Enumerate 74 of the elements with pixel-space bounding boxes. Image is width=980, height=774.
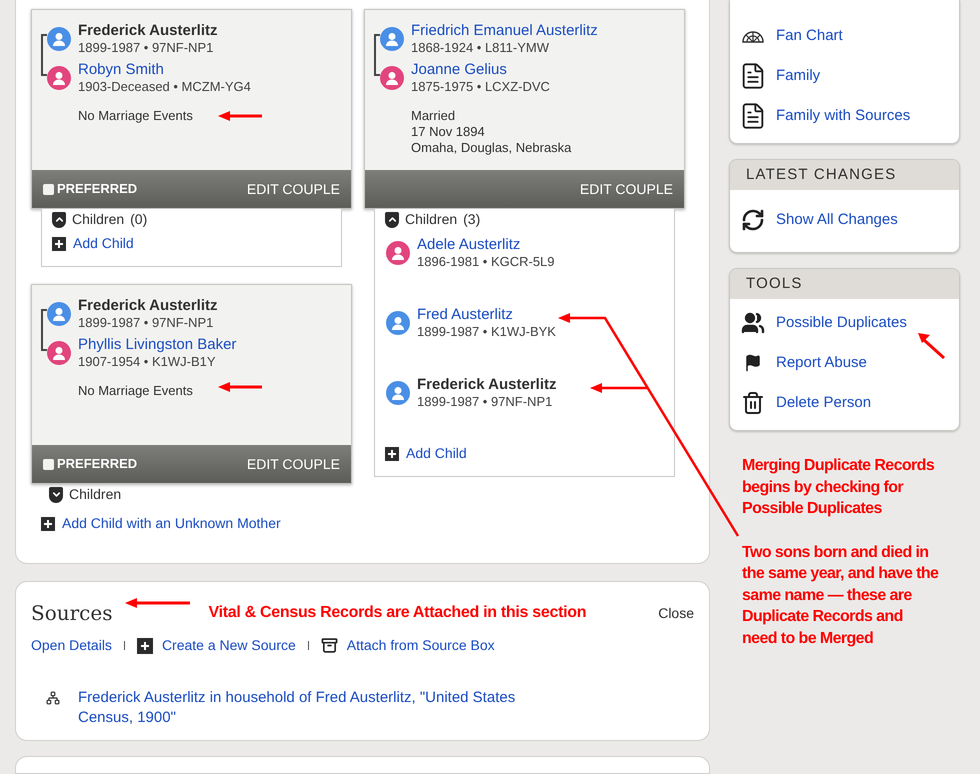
add-child-link[interactable]: Add Child with an Unknown Mother: [62, 513, 281, 534]
annotation-text: Merging Duplicate Records begins by checking for Possible Duplicates: [742, 456, 936, 519]
marriage-event: Omaha, Douglas, Nebraska: [411, 140, 572, 156]
person-name[interactable]: Robyn Smith: [78, 61, 251, 79]
collapse-icon[interactable]: [52, 212, 66, 228]
expand-icon[interactable]: [49, 486, 63, 502]
sidebar-link[interactable]: Possible Duplicates: [776, 312, 907, 334]
sidebar-link[interactable]: Fan Chart: [776, 24, 843, 48]
tree-icon: [46, 691, 60, 705]
person-name: Frederick Austerlitz: [417, 376, 556, 394]
marriage-event: No Marriage Events: [78, 383, 193, 399]
person-details: 1875-1975 • LCXZ-DVC: [411, 79, 550, 95]
children-count: (3): [463, 210, 480, 229]
person-details: 1899-1987 • K1WJ-BYK: [417, 324, 556, 340]
box-icon: [320, 637, 338, 654]
sidebar-link[interactable]: Family with Sources: [776, 104, 910, 128]
arrow: [218, 382, 262, 392]
close-button[interactable]: Close: [658, 602, 694, 624]
person-details: 1907-1954 • K1WJ-B1Y: [78, 354, 217, 370]
marriage-event: 17 Nov 1894: [411, 124, 485, 140]
person-name[interactable]: Adele Austerlitz: [417, 236, 555, 254]
people-icon: [741, 311, 765, 335]
person-name[interactable]: Fred Austerlitz: [417, 306, 556, 324]
children-count: (0): [130, 210, 148, 229]
person-details: 1899-1987 • 97NF-NP1: [417, 394, 554, 410]
annotation-text: Vital & Census Records are Attached in this section: [208, 603, 586, 623]
person-details: 1896-1981 • KGCR-5L9: [417, 254, 555, 270]
flag-icon: [744, 354, 762, 372]
refresh-icon: [741, 208, 765, 232]
sidebar-link[interactable]: Report Abuse: [776, 352, 867, 374]
add-child-link[interactable]: Add Child: [406, 443, 467, 464]
edit-couple-button[interactable]: EDIT COUPLE: [246, 178, 340, 200]
add-child-link[interactable]: Add Child: [73, 233, 134, 254]
arrow: [125, 598, 190, 608]
person-name[interactable]: Joanne Gelius: [411, 61, 550, 79]
person-details: 1903-Deceased • MCZM-YG4: [78, 79, 251, 95]
source-action-link[interactable]: Open Details: [31, 635, 112, 656]
sources-title: Sources: [31, 600, 112, 627]
panel-header: TOOLS: [730, 269, 959, 299]
checkbox[interactable]: [43, 184, 54, 194]
marriage-event: Married: [411, 108, 456, 124]
preferred-label: PREFERRED: [57, 180, 138, 198]
edit-couple-button[interactable]: EDIT COUPLE: [246, 454, 340, 474]
children-label: Children: [405, 210, 458, 229]
sidebar-link[interactable]: Show All Changes: [776, 208, 898, 232]
person-name: Frederick Austerlitz: [78, 297, 218, 315]
arrow: [218, 111, 262, 121]
plus-icon: [385, 446, 399, 460]
fan-chart-icon: [742, 29, 764, 43]
plus-icon: [52, 236, 66, 250]
person-name[interactable]: Phyllis Livingston Baker: [78, 336, 236, 354]
plus-icon: [41, 516, 55, 530]
checkbox[interactable]: [43, 458, 54, 470]
preferred-label: PREFERRED: [57, 455, 138, 474]
panel-header: LATEST CHANGES: [730, 160, 959, 190]
children-label: Children: [72, 210, 124, 229]
person-name[interactable]: Friedrich Emanuel Austerlitz: [411, 22, 598, 40]
collapse-icon[interactable]: [385, 212, 399, 228]
annotation-text: Two sons born and died in the same year, and have the same name — these are Duplicate Records and need to be Merged: [742, 542, 940, 648]
marriage-event: No Marriage Events: [78, 108, 193, 124]
plus-icon: [136, 638, 153, 654]
source-action-link[interactable]: Create a New Source: [162, 635, 296, 656]
edit-couple-button[interactable]: EDIT COUPLE: [580, 178, 673, 200]
trash-icon: [741, 391, 765, 415]
person-name: Frederick Austerlitz: [78, 22, 218, 40]
children-label: Children: [69, 485, 122, 504]
sidebar-link[interactable]: Family: [776, 64, 820, 88]
arrow: [918, 333, 945, 360]
source-link[interactable]: Frederick Austerlitz in household of Fred Austerlitz, "United States Census, 1900": [78, 688, 558, 728]
person-details: 1899-1987 • 97NF-NP1: [78, 315, 214, 331]
person-details: 1868-1924 • L811-YMW: [411, 40, 550, 56]
person-details: 1899-1987 • 97NF-NP1: [78, 40, 214, 56]
sidebar-link[interactable]: Delete Person: [776, 392, 872, 414]
source-action-link[interactable]: Attach from Source Box: [346, 635, 495, 656]
